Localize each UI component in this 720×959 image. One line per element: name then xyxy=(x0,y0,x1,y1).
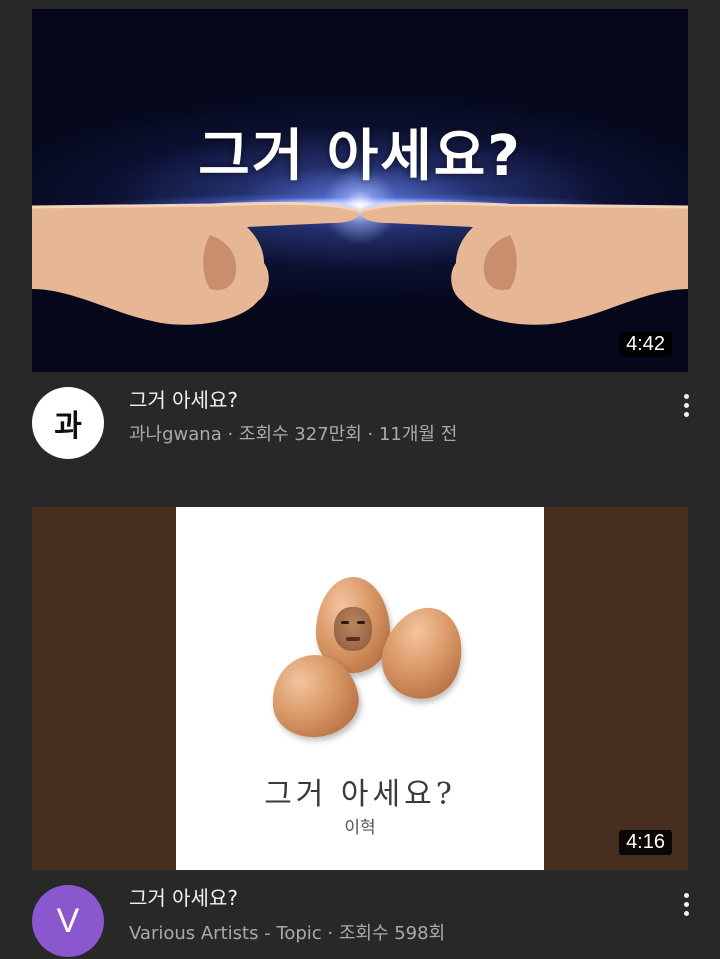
album-artist: 이혁 xyxy=(344,818,376,838)
video-feed: 그거 아세요? 4:42 과 그거 아세요? 과나gwana · 조회수 327… xyxy=(0,0,720,959)
video-meta: V 그거 아세요? Various Artists - Topic · 조회수 … xyxy=(0,878,720,958)
channel-avatar[interactable]: V xyxy=(32,885,104,957)
album-title: 그거 아세요? xyxy=(264,777,456,812)
more-vert-icon xyxy=(683,892,689,898)
video-title[interactable]: 그거 아세요? xyxy=(129,885,238,911)
video-card: 그거 아세요? 이혁 4:16 V 그거 아세요? Various Artist… xyxy=(0,0,720,959)
video-thumbnail[interactable]: 그거 아세요? 이혁 4:16 xyxy=(32,507,688,870)
album-cover: 그거 아세요? 이혁 xyxy=(176,507,544,870)
duration-badge: 4:16 xyxy=(619,830,672,855)
more-options-button[interactable] xyxy=(672,886,700,922)
video-subtitle: Various Artists - Topic · 조회수 598회 xyxy=(129,923,446,944)
